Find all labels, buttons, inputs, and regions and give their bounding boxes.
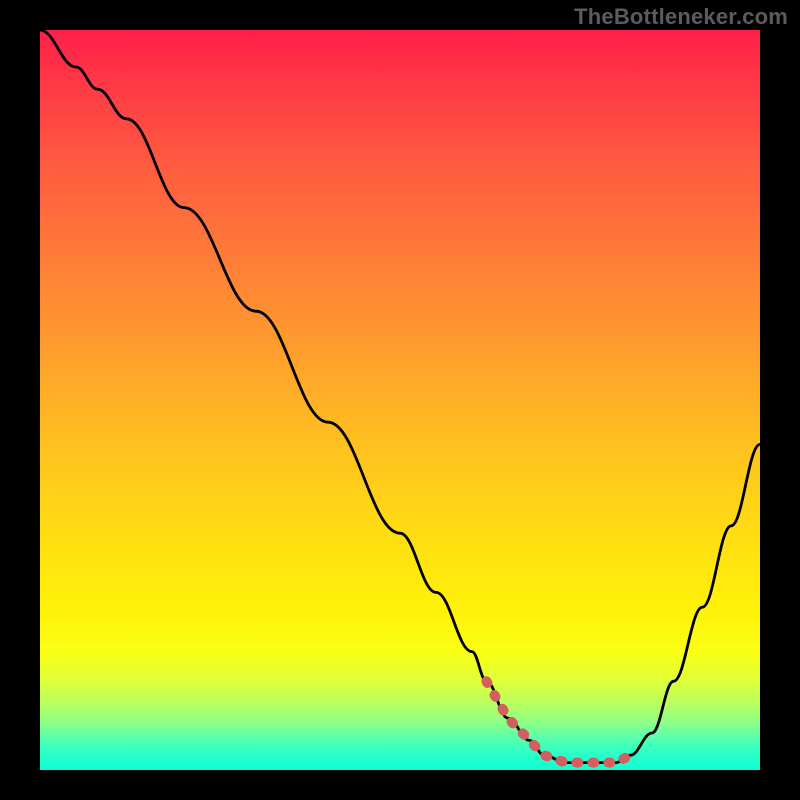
plot-area xyxy=(40,30,760,770)
optimal-range-markers xyxy=(486,681,630,762)
bottleneck-curve-line xyxy=(40,30,760,763)
chart-frame: TheBottleneker.com xyxy=(0,0,800,800)
chart-svg xyxy=(40,30,760,770)
watermark-text: TheBottleneker.com xyxy=(574,4,788,30)
